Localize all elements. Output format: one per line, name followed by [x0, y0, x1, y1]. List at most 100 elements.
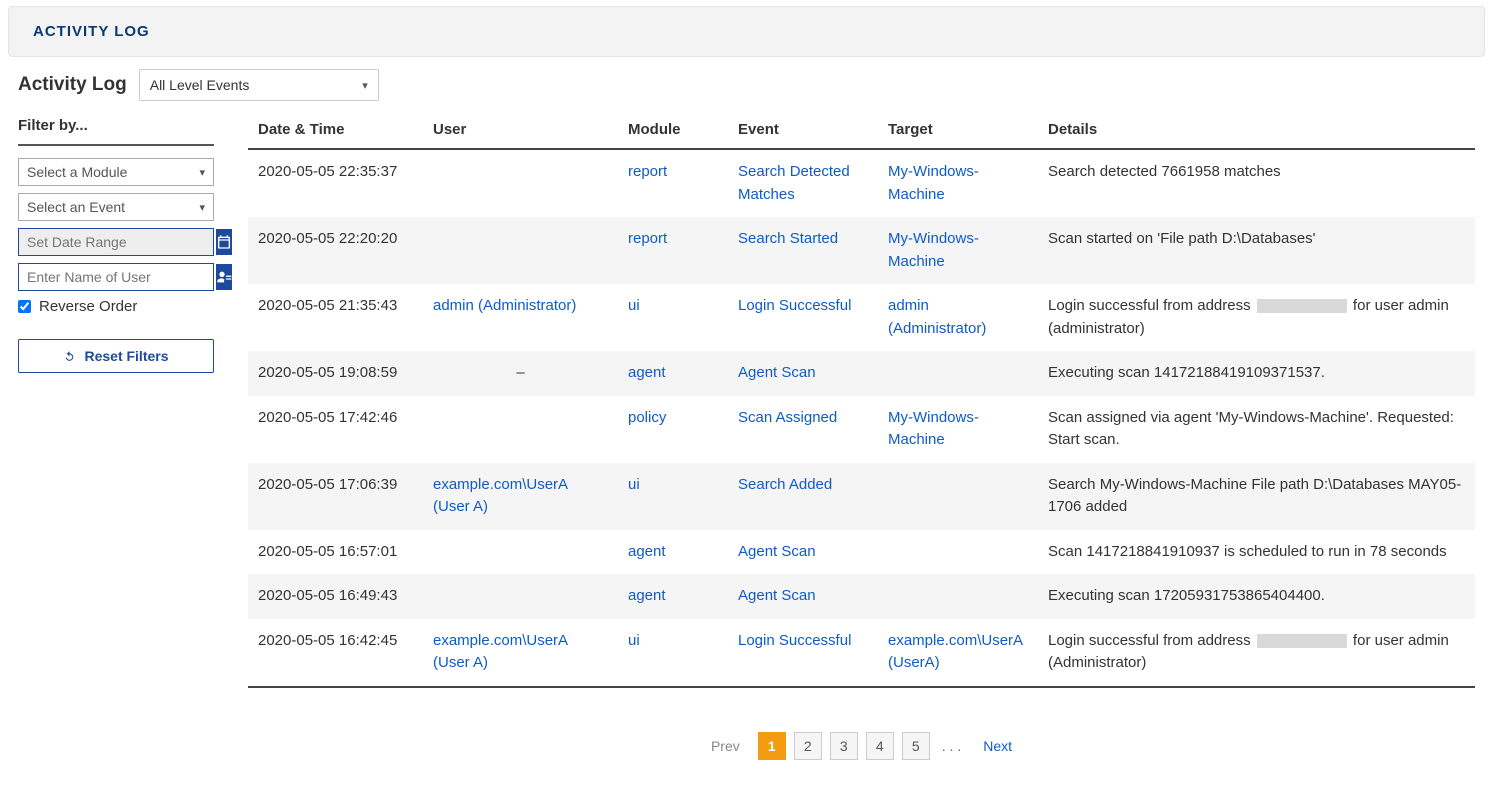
cell-datetime: 2020-05-05 17:42:46 [248, 396, 423, 463]
cell-details: Search detected 7661958 matches [1038, 149, 1475, 217]
cell-user: admin (Administrator) [423, 284, 618, 351]
page-button-1[interactable]: 1 [758, 732, 786, 760]
module-select[interactable]: Select a Module [18, 158, 214, 186]
event-link[interactable]: Agent Scan [738, 364, 816, 381]
event-link[interactable]: Login Successful [738, 297, 851, 314]
module-link[interactable]: agent [628, 543, 666, 560]
user-link[interactable]: admin (Administrator) [433, 297, 576, 314]
user-link[interactable]: example.com\UserA (User A) [433, 632, 567, 672]
reset-filters-label: Reset Filters [84, 348, 168, 364]
pagination: Prev 12345 . . . Next [248, 732, 1475, 784]
reset-filters-button[interactable]: Reset Filters [18, 339, 214, 373]
cell-target [878, 351, 1038, 396]
cell-datetime: 2020-05-05 21:35:43 [248, 284, 423, 351]
target-link[interactable]: example.com\UserA (UserA) [888, 632, 1022, 672]
target-link[interactable]: My-Windows-Machine [888, 230, 979, 270]
cell-event: Scan Assigned [728, 396, 878, 463]
cell-user [423, 396, 618, 463]
cell-details: Executing scan 14172188419109371537. [1038, 351, 1475, 396]
th-target[interactable]: Target [878, 111, 1038, 149]
cell-event: Search Started [728, 217, 878, 284]
reverse-order-label: Reverse Order [39, 298, 137, 315]
activity-log-table: Date & Time User Module Event Target Det… [248, 111, 1475, 688]
table-row: 2020-05-05 16:57:01agentAgent ScanScan 1… [248, 530, 1475, 575]
user-input-wrap[interactable] [18, 263, 214, 291]
cell-event: Agent Scan [728, 351, 878, 396]
th-module[interactable]: Module [618, 111, 728, 149]
table-row: 2020-05-05 16:49:43agentAgent ScanExecut… [248, 574, 1475, 619]
level-events-label: All Level Events [150, 77, 250, 93]
calendar-icon[interactable] [216, 229, 232, 255]
page-button-4[interactable]: 4 [866, 732, 894, 760]
redacted-value [1257, 634, 1347, 648]
module-link[interactable]: ui [628, 632, 640, 649]
main-content: Date & Time User Module Event Target Det… [248, 111, 1475, 784]
cell-datetime: 2020-05-05 22:20:20 [248, 217, 423, 284]
date-range-input[interactable] [19, 229, 216, 255]
target-link[interactable]: My-Windows-Machine [888, 163, 979, 203]
table-row: 2020-05-05 19:08:59–agentAgent ScanExecu… [248, 351, 1475, 396]
cell-target: admin (Administrator) [878, 284, 1038, 351]
page-button-2[interactable]: 2 [794, 732, 822, 760]
th-event[interactable]: Event [728, 111, 878, 149]
cell-details: Scan 1417218841910937 is scheduled to ru… [1038, 530, 1475, 575]
table-row: 2020-05-05 17:06:39example.com\UserA (Us… [248, 463, 1475, 530]
cell-event: Agent Scan [728, 530, 878, 575]
cell-details: Scan assigned via agent 'My-Windows-Mach… [1038, 396, 1475, 463]
th-details[interactable]: Details [1038, 111, 1475, 149]
target-link[interactable]: My-Windows-Machine [888, 409, 979, 449]
cell-module: policy [618, 396, 728, 463]
subtitle: Activity Log [18, 74, 127, 96]
th-user[interactable]: User [423, 111, 618, 149]
event-link[interactable]: Scan Assigned [738, 409, 837, 426]
event-link[interactable]: Login Successful [738, 632, 851, 649]
user-link[interactable]: example.com\UserA (User A) [433, 476, 567, 516]
cell-user: example.com\UserA (User A) [423, 619, 618, 687]
level-events-select[interactable]: All Level Events [139, 69, 379, 101]
event-link[interactable]: Search Detected Matches [738, 163, 850, 203]
cell-user [423, 530, 618, 575]
module-link[interactable]: policy [628, 409, 666, 426]
next-button[interactable]: Next [973, 738, 1022, 754]
cell-event: Login Successful [728, 284, 878, 351]
module-link[interactable]: report [628, 230, 667, 247]
cell-event: Search Added [728, 463, 878, 530]
table-row: 2020-05-05 22:35:37reportSearch Detected… [248, 149, 1475, 217]
module-link[interactable]: report [628, 163, 667, 180]
cell-module: agent [618, 530, 728, 575]
pagination-ellipsis: . . . [938, 738, 965, 754]
cell-details: Login successful from address for user a… [1038, 284, 1475, 351]
title-row: Activity Log All Level Events [18, 69, 1475, 101]
module-link[interactable]: ui [628, 297, 640, 314]
event-link[interactable]: Agent Scan [738, 543, 816, 560]
cell-datetime: 2020-05-05 17:06:39 [248, 463, 423, 530]
cell-datetime: 2020-05-05 16:49:43 [248, 574, 423, 619]
table-row: 2020-05-05 22:20:20 report Search Started M… [248, 217, 1475, 284]
page-button-3[interactable]: 3 [830, 732, 858, 760]
reverse-order-checkbox[interactable] [18, 300, 31, 313]
event-link[interactable]: Search Started [738, 230, 838, 247]
cell-datetime: 2020-05-05 19:08:59 [248, 351, 423, 396]
cell-module: agent [618, 574, 728, 619]
page-button-5[interactable]: 5 [902, 732, 930, 760]
cell-details: Scan started on 'File path D:\Databases' [1038, 217, 1475, 284]
module-link[interactable]: agent [628, 587, 666, 604]
reverse-order-row[interactable]: Reverse Order [18, 298, 214, 315]
module-link[interactable]: ui [628, 476, 640, 493]
event-select[interactable]: Select an Event [18, 193, 214, 221]
cell-event: Search Detected Matches [728, 149, 878, 217]
module-link[interactable]: agent [628, 364, 666, 381]
date-range-input-wrap[interactable] [18, 228, 214, 256]
target-link[interactable]: admin (Administrator) [888, 297, 986, 337]
user-name-input[interactable] [19, 264, 216, 290]
filter-sidebar: Filter by... Select a Module Select an E… [18, 111, 248, 784]
cell-user: example.com\UserA (User A) [423, 463, 618, 530]
event-link[interactable]: Search Added [738, 476, 832, 493]
cell-module: report [618, 217, 728, 284]
cell-target [878, 574, 1038, 619]
event-link[interactable]: Agent Scan [738, 587, 816, 604]
cell-target: My-Windows-Machine [878, 217, 1038, 284]
th-datetime[interactable]: Date & Time [248, 111, 423, 149]
cell-event: Agent Scan [728, 574, 878, 619]
user-card-icon[interactable] [216, 264, 232, 290]
